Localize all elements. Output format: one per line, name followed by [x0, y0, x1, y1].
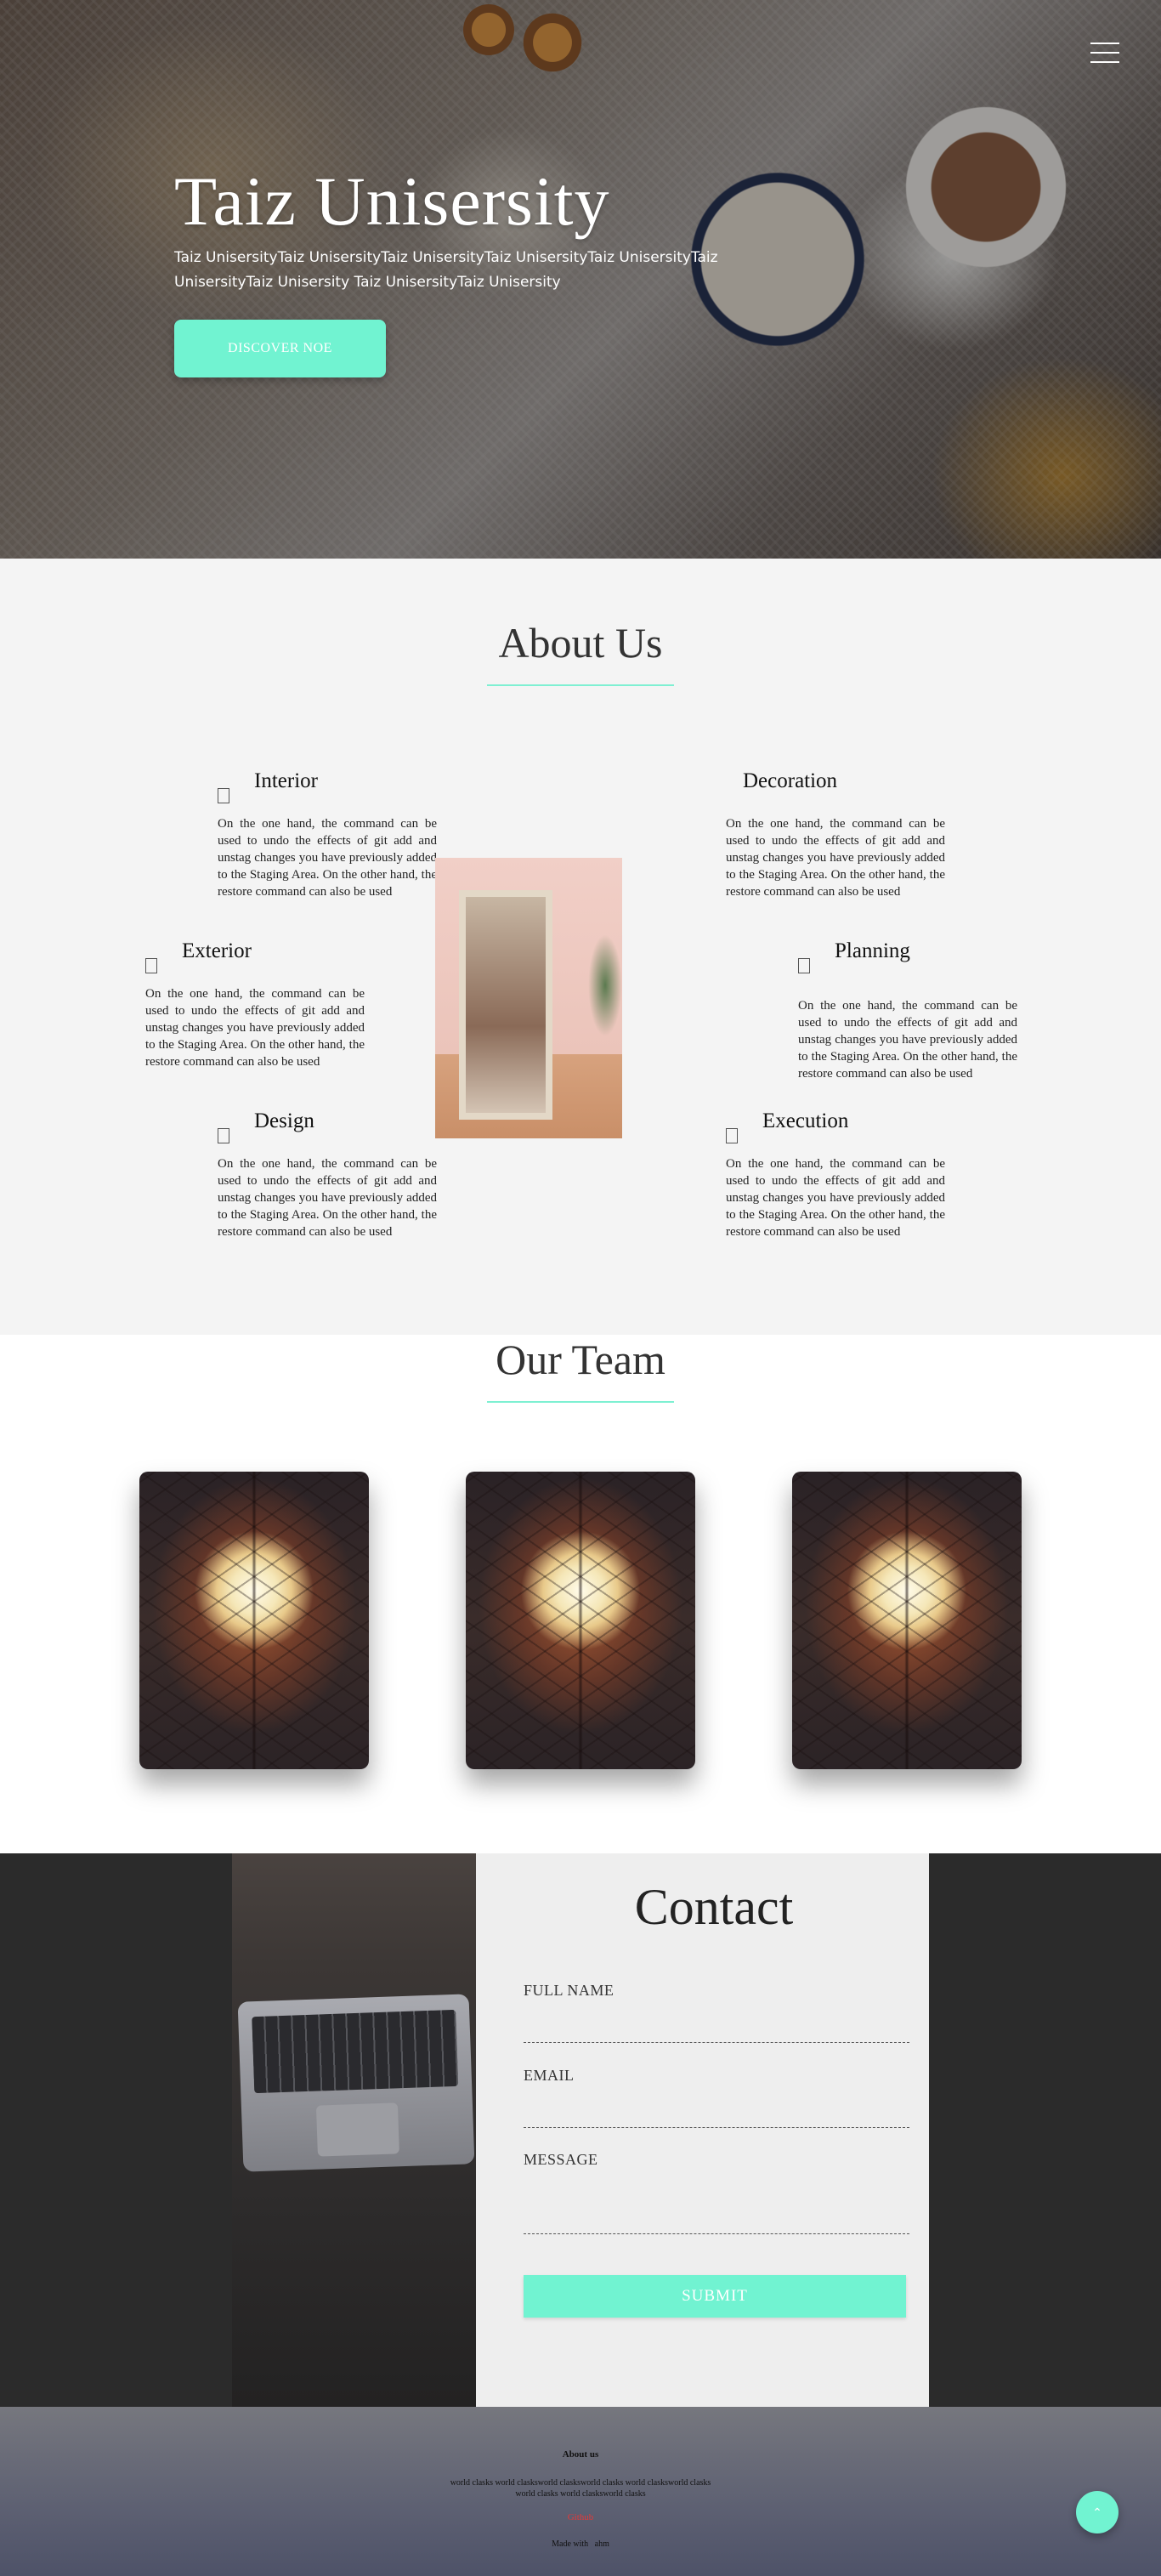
footer-heading: About us [562, 2449, 599, 2460]
team-member-card[interactable] [792, 1472, 1022, 1769]
feature-title: Interior [254, 769, 318, 792]
scroll-top-button[interactable]: ⌃ [1076, 2491, 1119, 2533]
team-title-underline [487, 1401, 674, 1403]
laptop-keyboard [252, 2009, 459, 2094]
footer-text: world clasks world clasksworld claskswor… [450, 2478, 711, 2499]
interior-icon [218, 788, 229, 803]
about-title-underline [487, 684, 674, 686]
team-member-card[interactable] [139, 1472, 369, 1769]
submit-button[interactable]: SUBMIT [524, 2275, 906, 2318]
feature-text: On the one hand, the command can be used… [726, 1157, 945, 1239]
feature-title: Planning [835, 939, 910, 962]
hamburger-icon[interactable] [1090, 43, 1119, 65]
email-label: EMAIL [524, 2067, 575, 2084]
execution-icon [726, 1128, 738, 1143]
feature-text: On the one hand, the command can be used… [726, 817, 945, 899]
hero-subtitle: Taiz UnisersityTaiz UnisersityTaiz Unise… [174, 249, 718, 291]
hamburger-line [1090, 52, 1119, 54]
message-label: MESSAGE [524, 2151, 598, 2168]
footer-github-link[interactable]: Github [0, 2512, 1161, 2522]
feature-title: Decoration [743, 769, 838, 792]
exterior-icon [145, 958, 157, 973]
footer-made-with: Made with ahm [552, 2539, 609, 2549]
feature-title: Exterior [182, 939, 252, 962]
feature-text: On the one hand, the command can be used… [218, 817, 437, 899]
team-title: Our Team [496, 1336, 665, 1383]
discover-button[interactable]: DISCOVER NOE [174, 320, 386, 377]
design-icon [218, 1128, 229, 1143]
contact-title: Contact [634, 1879, 794, 1935]
mirror-frame [459, 890, 552, 1120]
full-name-label: FULL NAME [524, 1982, 614, 1999]
email-input[interactable] [524, 2102, 909, 2128]
hamburger-line [1090, 43, 1119, 44]
about-title: About Us [498, 619, 663, 667]
laptop-decoration [237, 1994, 475, 2172]
planning-icon [798, 958, 810, 973]
team-member-card[interactable] [466, 1472, 695, 1769]
hamburger-line [1090, 61, 1119, 63]
hero-title: Taiz Unisersity [174, 162, 610, 240]
feature-text: On the one hand, the command can be used… [218, 1157, 437, 1239]
message-textarea[interactable] [524, 2187, 909, 2234]
about-image-mirror [435, 858, 622, 1138]
laptop-touchpad [315, 2102, 399, 2157]
card-image-texture [139, 1472, 369, 1769]
card-image-texture [792, 1472, 1022, 1769]
hero-section: Taiz Unisersity Taiz UnisersityTaiz Unis… [0, 0, 1161, 559]
contact-image-laptop [232, 1853, 476, 2407]
card-image-texture [466, 1472, 695, 1769]
feature-title: Execution [762, 1109, 849, 1132]
chevron-up-icon: ⌃ [1092, 2505, 1102, 2519]
feature-text: On the one hand, the command can be used… [145, 987, 365, 1069]
feature-text: On the one hand, the command can be used… [798, 999, 1017, 1081]
full-name-input[interactable] [524, 2017, 909, 2043]
plant-decoration [588, 934, 622, 1036]
feature-title: Design [254, 1109, 314, 1132]
